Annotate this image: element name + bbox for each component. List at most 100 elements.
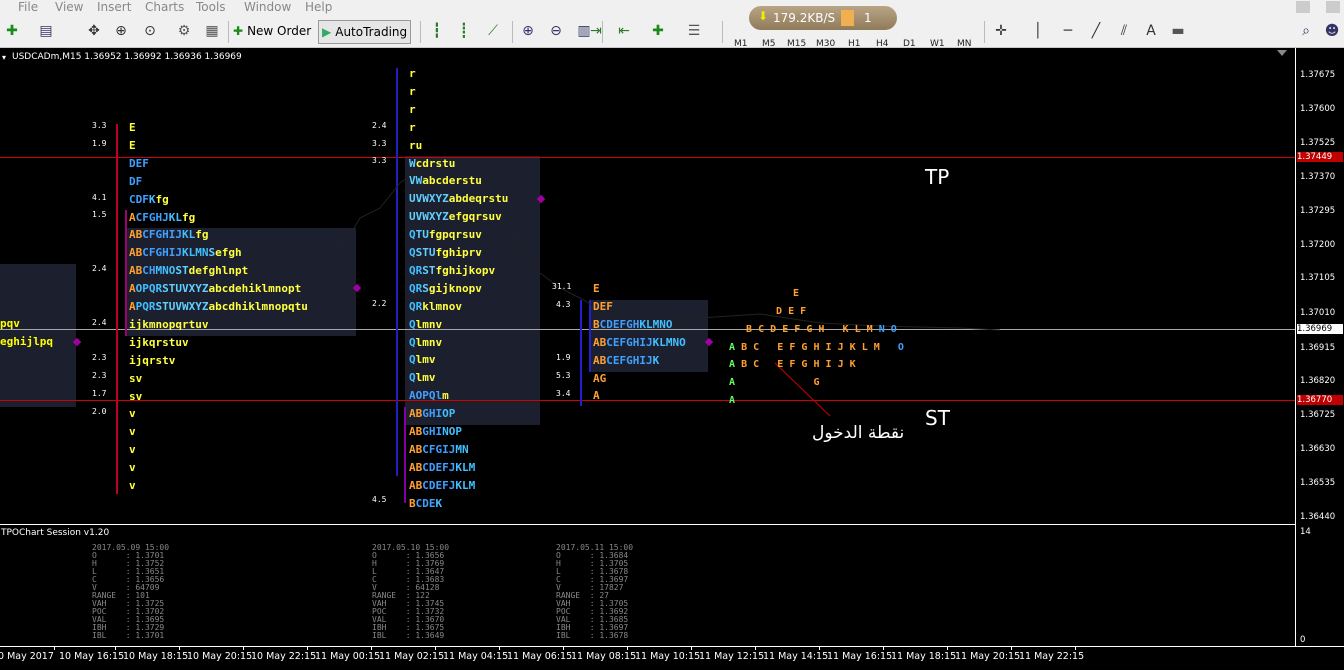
tpo-row: QTUfgpqrsuv	[409, 228, 482, 242]
equidistant-channel-icon[interactable]: ⫽	[1116, 23, 1132, 39]
price-tick: 1.37525	[1300, 138, 1336, 148]
crosshair-move-icon[interactable]: ✥	[86, 23, 102, 39]
live-tpo-row: A G	[729, 377, 820, 388]
bar-chart-icon[interactable]: ┇	[429, 23, 445, 39]
profile0-row: pqv	[0, 317, 20, 330]
tpo-row: ABGHINOP	[409, 425, 462, 438]
indicator-subwindow[interactable]: TPOChart Session v1.20 2017.05.09 15:00 …	[0, 524, 1295, 647]
entry-point-label: نقطة الدخول	[812, 423, 905, 443]
tpo-row: ijkqrstuv	[129, 335, 189, 349]
date-tick: 11 May 10:15	[635, 651, 701, 662]
chart-shift-icon[interactable]: ⇥	[588, 23, 604, 39]
date-tick: 0 May 2017	[0, 651, 54, 662]
tpo-row: Qlmv	[409, 353, 436, 367]
date-tick: 11 May 02:15	[379, 651, 445, 662]
menu-bar: File View Insert Charts Tools Window Hel…	[0, 0, 1344, 15]
tpo-row: VWabcderstu	[409, 174, 482, 188]
connection-bar-icon	[841, 10, 854, 26]
menu-window[interactable]: Window	[244, 0, 291, 14]
tpo-row: BCDEFGHKLMNO	[593, 317, 673, 331]
tpo-row: AOPQlm	[409, 389, 449, 403]
live-tpo-row: A	[729, 395, 736, 406]
tpo-count: 1.9	[556, 353, 571, 362]
tpo-row: v	[129, 443, 136, 457]
time-axis[interactable]: 0 May 2017 10 May 16:15 10 May 18:15 10 May…	[0, 646, 1344, 670]
indicators-icon[interactable]: ✚	[650, 23, 666, 39]
menu-file[interactable]: File	[18, 0, 38, 14]
tpo-row: ACFGHJKLfg	[129, 210, 196, 224]
tpo-row: r	[409, 84, 416, 98]
autotrading-button[interactable]: ▶ AutoTrading	[318, 20, 412, 44]
network-speed-indicator: ⬇ 179.2KB/S 1	[749, 6, 897, 30]
autoscroll-icon[interactable]: ⇤	[616, 23, 632, 39]
text-tool-icon[interactable]: A	[1143, 23, 1159, 39]
text-label-icon[interactable]: ▬	[1170, 23, 1186, 39]
target-icon[interactable]: ⊙	[142, 23, 158, 39]
tpo-count: 2.0	[92, 407, 107, 416]
tpo-count: 4.1	[92, 193, 107, 202]
price-axis[interactable]: 1.37675 1.37600 1.37525 1.37370 1.37295 1.372…	[1295, 48, 1344, 646]
menu-tools[interactable]: Tools	[196, 0, 226, 14]
date-tick: 10 May 18:15	[123, 651, 189, 662]
tpo-row: ijqrstv	[129, 353, 176, 367]
menu-help[interactable]: Help	[305, 0, 332, 14]
trendline-icon[interactable]: ╱	[1088, 23, 1104, 39]
subwindow-scale-top: 14	[1300, 527, 1311, 537]
search-icon[interactable]: ⌕	[1298, 23, 1314, 39]
price-tick: 1.37295	[1300, 206, 1336, 216]
tpo-row: A	[593, 389, 600, 403]
tpo-count: 2.4	[372, 121, 387, 130]
tpo-count: 1.9	[92, 139, 107, 148]
navigator-icon[interactable]: ⊕	[113, 23, 129, 39]
speed-count: 1	[864, 11, 872, 25]
indicator-title: TPOChart Session v1.20	[1, 528, 110, 538]
tpo-count: 3.3	[372, 156, 387, 165]
zoom-out-icon[interactable]: ⊖	[548, 23, 564, 39]
zoom-in-icon[interactable]: ⊕	[520, 23, 536, 39]
tpo-row: r	[409, 67, 416, 80]
crosshair-icon[interactable]: ✛	[993, 23, 1009, 39]
menu-insert[interactable]: Insert	[97, 0, 131, 14]
menu-charts[interactable]: Charts	[145, 0, 184, 14]
tpo-row: QSTUfghiprv	[409, 246, 482, 259]
tpo-row: QRSTfghijkopv	[409, 263, 496, 277]
tpo-row: sv	[129, 389, 143, 403]
candlestick-icon[interactable]: ┋	[456, 23, 472, 39]
vertical-line-icon[interactable]: │	[1030, 23, 1046, 39]
date-tick: 10 May 22:15	[251, 651, 317, 662]
data-window-icon[interactable]: ⚙	[176, 23, 192, 39]
tpo-row: ABGHIOP	[409, 407, 456, 421]
line-chart-icon[interactable]: ⟋	[485, 23, 501, 39]
horizontal-line-icon[interactable]: ─	[1060, 23, 1076, 39]
tpo-count: 2.4	[92, 264, 107, 273]
tpo-row: ABCFGIJMN	[409, 442, 469, 456]
session-stats: 2017.05.09 15:00 O : 1.3701 H : 1.3752 L…	[92, 543, 170, 640]
tpo-count: 3.3	[92, 121, 107, 130]
periods-icon[interactable]: ☰	[686, 23, 702, 39]
chart-area[interactable]: ▾ USDCADm,M15 1.36952 1.36992 1.36936 1.…	[0, 48, 1295, 522]
autotrading-label: AutoTrading	[335, 25, 408, 39]
tpo-row: ABCEFGHIJKLMNO	[593, 335, 686, 349]
tpo-row: ABCDEFJKLM	[409, 460, 476, 474]
strategy-tester-icon[interactable]: ▦	[204, 23, 220, 39]
tpo-row: v	[129, 479, 136, 492]
tpo-row: DF	[129, 174, 143, 188]
tpo-row: DEF	[593, 299, 613, 313]
profiles-icon[interactable]: ▤	[38, 23, 54, 39]
price-tick: 1.36440	[1300, 512, 1336, 522]
price-tick: 1.37600	[1300, 104, 1336, 114]
tpo-row: ijkmnopqrtuv	[129, 317, 209, 331]
tpo-count: 31.1	[552, 282, 572, 291]
minimize-button[interactable]	[1296, 1, 1310, 13]
tpo-row: v	[129, 407, 136, 421]
restore-button[interactable]	[1326, 1, 1340, 13]
new-chart-icon[interactable]: ✚	[4, 23, 20, 39]
tpo-row: Qlmnv	[409, 335, 443, 349]
tpo-row: v	[129, 425, 136, 439]
tpo-row: E	[129, 138, 136, 152]
live-tpo-row: B C D E F G H K L M N O	[746, 324, 897, 335]
new-order-button[interactable]: ✚ New Order	[233, 20, 311, 42]
date-tick: 11 May 06:15	[507, 651, 573, 662]
menu-view[interactable]: View	[55, 0, 83, 14]
community-icon[interactable]: ☻	[1324, 23, 1340, 39]
